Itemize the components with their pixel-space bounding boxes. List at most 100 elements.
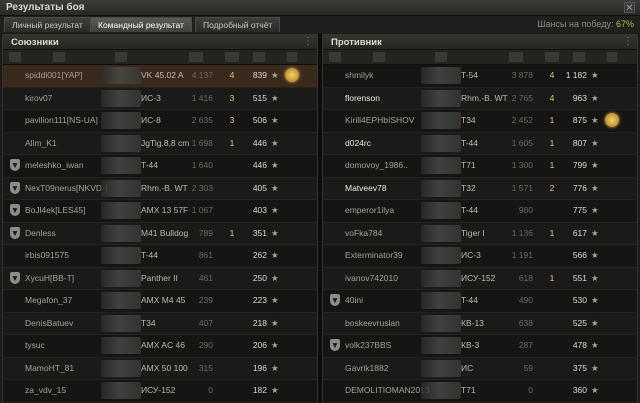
player-row[interactable]: ▼ volk237BBS КВ-3 287 478 ★ xyxy=(323,335,637,358)
player-name[interactable]: Matveev78 xyxy=(345,178,387,199)
player-name[interactable]: pavilion111[NS-UA] xyxy=(25,110,98,131)
player-name[interactable]: Alim_K1 xyxy=(25,133,57,154)
player-name[interactable]: spiddi001[YAP] xyxy=(25,65,83,86)
player-row[interactable]: MamoHT_81 AMX 50 100 315 196 ★ xyxy=(3,357,317,380)
player-row[interactable]: shmilyk T-54 3 878 4 1 182 ★ xyxy=(323,65,637,88)
medal-icon[interactable] xyxy=(605,113,619,127)
col-kills-icon[interactable] xyxy=(545,52,559,62)
player-name[interactable]: 40ini xyxy=(345,290,363,311)
player-row[interactable]: DenisBatuev T34 407 218 ★ xyxy=(3,312,317,335)
player-row[interactable]: spiddi001[YAP] VK 45.02 A4 137 4 839 ★ xyxy=(3,65,317,88)
close-icon[interactable]: ✕ xyxy=(624,2,635,14)
xp-value: 506 xyxy=(252,115,267,125)
xp-value: 566 xyxy=(572,250,587,260)
player-name[interactable]: Exterminator39 xyxy=(345,245,403,266)
player-name[interactable]: Gavrik1882 xyxy=(345,358,388,379)
player-name[interactable]: DenisBatuev xyxy=(25,313,73,334)
player-row[interactable]: Kirill4EPHbISHOV T34 2 452 1 875 ★ xyxy=(323,110,637,133)
player-row[interactable]: ▼ 40ini T-44 490 530 ★ xyxy=(323,290,637,313)
player-name[interactable]: irbis091575 xyxy=(25,245,69,266)
xp-value: 478 xyxy=(572,340,587,350)
player-row[interactable]: kirov07 ИС-3 1 416 3 515 ★ xyxy=(3,87,317,110)
xp-value: 250 xyxy=(252,272,267,283)
player-name[interactable]: BoJl4ek[LES45] xyxy=(25,200,85,221)
tank-image xyxy=(101,67,141,84)
player-name[interactable]: XycuH[BB-T] xyxy=(25,268,74,289)
player-name[interactable]: Denless xyxy=(25,223,56,244)
tank-image xyxy=(101,157,141,174)
player-row[interactable]: d024rc T-44 1 605 1 807 ★ xyxy=(323,132,637,155)
player-name[interactable]: emperor1ilya xyxy=(345,200,394,221)
col-medal-icon[interactable] xyxy=(607,52,617,62)
col-player-icon[interactable] xyxy=(373,52,385,62)
player-row[interactable]: pavilion111[NS-UA] ИС-8 2 635 3 506 ★ xyxy=(3,110,317,133)
medal-icon[interactable] xyxy=(285,68,299,82)
col-player-icon[interactable] xyxy=(53,52,65,62)
tab-detailed-report[interactable]: Подробный отчёт xyxy=(195,17,281,32)
xp-star-icon: ★ xyxy=(271,250,279,260)
col-xp-star-icon[interactable] xyxy=(573,52,585,62)
player-row[interactable]: za_vdv_15 ИСУ-152 0 182 ★ xyxy=(3,380,317,403)
player-name[interactable]: shmilyk xyxy=(345,65,373,86)
tank-image xyxy=(421,292,461,309)
player-row[interactable]: ▼ Denless M41 Bulldog 789 1 351 ★ xyxy=(3,222,317,245)
player-name[interactable]: NexT09nerus[NKVD-] xyxy=(25,178,107,199)
player-name[interactable]: za_vdv_15 xyxy=(25,380,66,401)
player-row[interactable]: Alim_K1 JgTig.8,8 cm 1 698 1 446 ★ xyxy=(3,132,317,155)
player-row[interactable]: emperor1ilya T-44 980 775 ★ xyxy=(323,200,637,223)
player-name[interactable]: ivanov742010 xyxy=(345,268,398,289)
tank-name: ИСУ-152 xyxy=(141,385,176,395)
player-name[interactable]: Megafon_37 xyxy=(25,290,72,311)
col-damage-icon[interactable] xyxy=(509,52,523,62)
player-row[interactable]: Exterminator39 ИС-3 1 191 566 ★ xyxy=(323,245,637,268)
player-row[interactable]: tysuc AMX AC 46 290 206 ★ xyxy=(3,335,317,358)
player-row[interactable]: ▼ meleshko_iwan T-44 1 640 446 ★ xyxy=(3,155,317,178)
tank-image xyxy=(101,359,141,377)
tab-personal-result[interactable]: Личный результат xyxy=(4,17,91,32)
player-name[interactable]: voFka784 xyxy=(345,223,382,244)
tab-team-result[interactable]: Командный результат xyxy=(90,17,192,32)
col-tank-icon[interactable] xyxy=(115,52,127,62)
xp-value: 375 xyxy=(572,362,587,373)
xp-star-icon: ★ xyxy=(271,340,279,350)
col-medal-icon[interactable] xyxy=(287,52,297,62)
player-name[interactable]: d024rc xyxy=(345,133,371,154)
player-name[interactable]: tysuc xyxy=(25,335,45,356)
damage-value: 1 605 xyxy=(511,137,533,148)
player-row[interactable]: florenson Rhm.-B. WT 2 765 4 963 ★ xyxy=(323,87,637,110)
player-row[interactable]: ▼ NexT09nerus[NKVD-] Rhm.-B. WT 2 303 405 ★ xyxy=(3,177,317,200)
player-row[interactable]: Gavrik1882 ИС 59 375 ★ xyxy=(323,357,637,380)
player-row[interactable]: Matveev78 T32 1 571 2 776 ★ xyxy=(323,177,637,200)
damage-value: 287 xyxy=(518,340,533,350)
allies-menu-icon[interactable]: ⋮ xyxy=(302,36,314,48)
col-tank-icon[interactable] xyxy=(435,52,447,62)
player-row[interactable]: DEMOLITIOMAN2013 T71 0 360 ★ xyxy=(323,380,637,403)
player-row[interactable]: ivanov742010 ИСУ-152 618 1 551 ★ xyxy=(323,267,637,290)
player-name[interactable]: meleshko_iwan xyxy=(25,155,84,176)
player-name[interactable]: Kirill4EPHbISHOV xyxy=(345,110,414,131)
player-row[interactable]: Megafon_37 AMX M4 45 239 223 ★ xyxy=(3,290,317,313)
col-squad-icon[interactable] xyxy=(9,52,21,62)
xp-value: 446 xyxy=(252,160,267,170)
player-name[interactable]: volk237BBS xyxy=(345,335,391,356)
col-kills-icon[interactable] xyxy=(225,52,239,62)
player-name[interactable]: florenson xyxy=(345,88,380,109)
xp-value: 775 xyxy=(572,205,587,215)
player-name[interactable]: MamoHT_81 xyxy=(25,358,74,379)
player-row[interactable]: ▼ BoJl4ek[LES45] AMX 13 57F 1 067 403 ★ xyxy=(3,200,317,223)
player-row[interactable]: boskeevruslan КВ-13 638 525 ★ xyxy=(323,312,637,335)
col-xp-star-icon[interactable] xyxy=(253,52,265,62)
player-row[interactable]: irbis091575 T-44 861 262 ★ xyxy=(3,245,317,268)
damage-value: 1 136 xyxy=(511,227,533,238)
xp-value: 206 xyxy=(252,340,267,350)
player-name[interactable]: domovoy_1986.. xyxy=(345,155,408,176)
player-row[interactable]: ▼ XycuH[BB-T] Panther II 461 250 ★ xyxy=(3,267,317,290)
player-name[interactable]: DEMOLITIOMAN2013 xyxy=(345,380,430,401)
player-name[interactable]: kirov07 xyxy=(25,88,52,109)
player-row[interactable]: voFka784 Tiger I1 136 1 617 ★ xyxy=(323,222,637,245)
enemies-menu-icon[interactable]: ⋮ xyxy=(622,36,634,48)
player-row[interactable]: domovoy_1986.. T71 1 300 1 799 ★ xyxy=(323,155,637,178)
player-name[interactable]: boskeevruslan xyxy=(345,313,400,334)
col-squad-icon[interactable] xyxy=(329,52,341,62)
col-damage-icon[interactable] xyxy=(189,52,203,62)
